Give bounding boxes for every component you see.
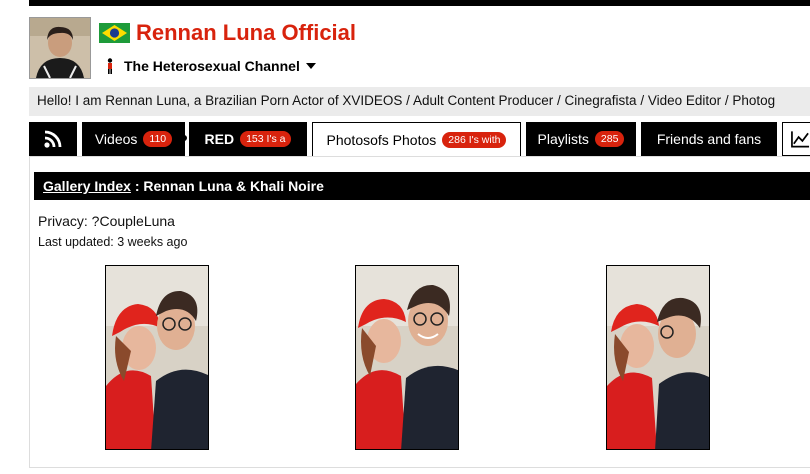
tab-photos[interactable]: Photosofs Photos 286 I's with	[312, 122, 521, 157]
tab-red-label: RED	[204, 131, 235, 147]
chart-icon	[791, 131, 810, 148]
gallery-photo[interactable]	[105, 265, 209, 450]
tab-friends[interactable]: Friends and fans	[641, 122, 777, 156]
gallery-header: Gallery Index : Rennan Luna & Khali Noir…	[34, 172, 810, 200]
tab-videos-label: Videos	[94, 131, 138, 147]
last-updated-text: Last updated: 3 weeks ago	[38, 235, 188, 249]
profile-tabs: Videos 110 RED 153 I's a Photosofs Photo…	[29, 122, 810, 157]
channel-selector[interactable]: The Heterosexual Channel	[104, 57, 316, 75]
tab-separator	[301, 135, 307, 141]
tab-videos[interactable]: Videos 110	[82, 122, 185, 156]
tab-playlists-count: 285	[594, 131, 625, 147]
gallery-index-link[interactable]: Gallery Index	[43, 178, 131, 194]
tab-playlists-label: Playlists	[537, 131, 589, 147]
brazil-flag-icon	[99, 23, 130, 43]
chevron-down-icon	[305, 63, 316, 69]
tab-photos-count: 286 I's with	[442, 132, 507, 148]
top-bar	[29, 0, 810, 6]
tab-stats[interactable]	[782, 122, 810, 156]
tab-red-count: 153 I's a	[240, 131, 292, 147]
tab-rss[interactable]	[29, 122, 77, 156]
tab-separator	[181, 135, 187, 141]
page-title: Rennan Luna Official	[136, 20, 357, 45]
tab-videos-count: 110	[143, 131, 173, 147]
gallery-title: Rennan Luna & Khali Noire	[143, 178, 324, 194]
tab-friends-label: Friends and fans	[656, 131, 762, 147]
privacy-text: Privacy: ?CoupleLuna	[38, 213, 175, 229]
gallery-photo[interactable]	[606, 265, 710, 450]
gallery-separator: :	[130, 178, 144, 194]
tab-photos-label: Photosofs Photos	[326, 132, 437, 148]
channel-label: The Heterosexual Channel	[124, 58, 300, 74]
gallery-photo[interactable]	[355, 265, 459, 450]
avatar[interactable]	[29, 17, 91, 79]
person-icon	[107, 58, 113, 74]
tab-playlists[interactable]: Playlists 285	[526, 122, 636, 156]
profile-bio: Hello! I am Rennan Luna, a Brazilian Por…	[29, 87, 810, 116]
tab-red[interactable]: RED 153 I's a	[189, 122, 307, 156]
rss-icon	[44, 130, 62, 148]
